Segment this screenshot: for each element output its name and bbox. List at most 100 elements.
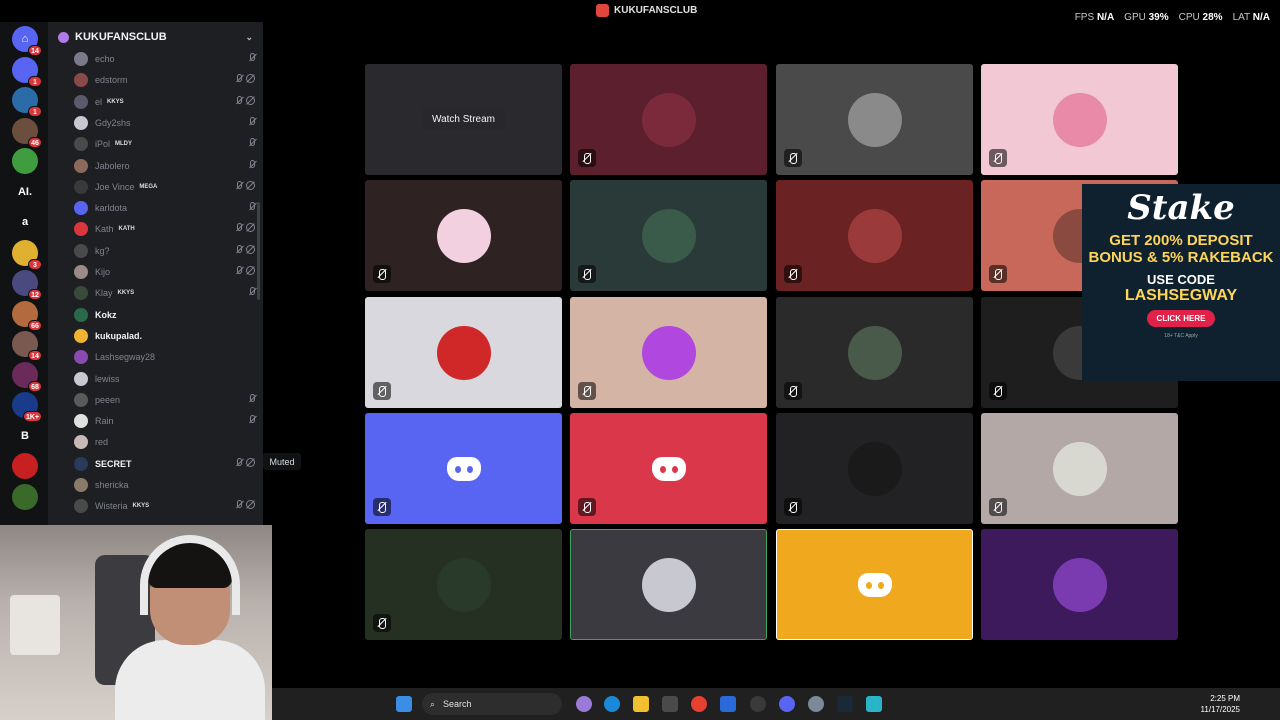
member-row[interactable]: peeen [74, 390, 255, 410]
participant-tile[interactable] [776, 64, 973, 175]
participant-tile[interactable] [776, 180, 973, 291]
avatar [74, 115, 88, 130]
voice-status [250, 287, 255, 296]
member-row[interactable]: Kokz [74, 305, 255, 325]
member-row[interactable]: el KKYS [74, 92, 255, 112]
store-icon[interactable] [662, 696, 678, 712]
server-10-icon[interactable]: 66 [12, 300, 42, 331]
participant-avatar [1052, 92, 1107, 147]
member-row[interactable]: Wisteria KKYS [74, 496, 255, 516]
server-12-icon[interactable]: 68 [12, 361, 42, 392]
member-row[interactable]: Lashsegway28 [74, 347, 255, 367]
file-explorer-icon[interactable] [633, 696, 649, 712]
participant-tile[interactable] [776, 529, 973, 640]
ad-click-button[interactable]: CLICK HERE [1146, 310, 1216, 327]
taskbar-search[interactable]: ⌕ Search [422, 693, 562, 715]
chevron-down-icon[interactable]: ⌄ [245, 32, 253, 43]
muted-mic-icon [237, 74, 242, 83]
member-row[interactable]: Klay KKYS [74, 283, 255, 303]
member-row[interactable]: SECRET [74, 454, 255, 474]
obs-icon[interactable] [750, 696, 766, 712]
server-11-icon[interactable]: 14 [12, 331, 42, 361]
muted-mic-icon [250, 393, 255, 402]
member-name: peeen [95, 394, 121, 405]
ad-offer: GET 200% DEPOSIT BONUS & 5% RAKEBACK [1088, 232, 1274, 266]
server-4-icon[interactable]: 46 [12, 117, 42, 148]
participant-tile[interactable] [365, 180, 562, 291]
member-row[interactable]: Gdy2shs [74, 113, 255, 133]
watch-stream-button[interactable]: Watch Stream [422, 108, 505, 130]
member-row[interactable]: Jabolero [74, 156, 255, 176]
server-a-icon[interactable]: a [12, 209, 38, 235]
voice-status [250, 415, 255, 424]
scrollbar[interactable] [257, 202, 260, 300]
voice-status [237, 180, 255, 190]
member-row[interactable]: shericka [74, 475, 255, 495]
member-row[interactable]: Kijo [74, 262, 255, 282]
participant-tile[interactable] [981, 64, 1178, 175]
outlook-icon[interactable] [720, 696, 736, 712]
participant-tile[interactable] [570, 529, 767, 640]
title-bar: KUKUFANSCLUB FPS N/A GPU 39% CPU 28% LAT N/… [0, 0, 1280, 23]
participant-tile[interactable] [776, 413, 973, 524]
server-5-icon[interactable] [12, 148, 38, 174]
participant-avatar [1052, 441, 1107, 496]
participant-tile[interactable] [365, 297, 562, 408]
member-name: kukupalad. [95, 330, 143, 341]
settings-icon[interactable] [808, 696, 824, 712]
member-row[interactable]: iPol MLDY [74, 134, 255, 154]
server-16-icon[interactable] [12, 483, 38, 510]
participant-tile[interactable] [981, 413, 1178, 524]
server-header[interactable]: KUKUFANSCLUB ⌄ [48, 22, 263, 52]
server-8-icon[interactable]: 3 [12, 239, 42, 270]
server-3-icon[interactable]: 1 [12, 87, 42, 117]
member-row[interactable]: Rain [74, 411, 255, 431]
member-row[interactable]: lewiss [74, 369, 255, 389]
participant-tile[interactable] [776, 297, 973, 408]
deafened-icon [246, 223, 255, 233]
server-13-icon[interactable]: 1K+ [12, 392, 42, 422]
member-row[interactable]: kukupalad. [74, 326, 255, 346]
participant-tile[interactable] [570, 64, 767, 175]
member-row[interactable]: Joe Vince MEGA [74, 177, 255, 197]
muted-mic-icon [989, 149, 1007, 167]
member-row[interactable]: echo [74, 49, 255, 69]
server-9-icon[interactable]: 12 [12, 270, 42, 300]
participant-tile[interactable] [570, 180, 767, 291]
muted-mic-icon [373, 614, 391, 632]
avatar [74, 222, 88, 237]
stream-tile[interactable]: Watch Stream [365, 64, 562, 175]
member-row[interactable]: karldota [74, 198, 255, 218]
member-row[interactable]: Kath KATH [74, 219, 255, 239]
discord-home-icon[interactable]: ⌂ 14 [12, 26, 42, 56]
copilot-icon[interactable] [576, 696, 592, 712]
member-row[interactable]: kg? [74, 241, 255, 261]
participant-tile[interactable] [981, 529, 1178, 640]
chrome-icon[interactable] [691, 696, 707, 712]
taskbar: ⌕ Search 2:25 PM 11/17/2025 [272, 688, 1280, 720]
muted-mic-icon [578, 149, 596, 167]
server-15-icon[interactable] [12, 453, 38, 479]
server-tag: KKYS [117, 290, 135, 297]
notepad-icon[interactable] [866, 696, 882, 712]
participant-tile[interactable] [570, 413, 767, 524]
member-row[interactable]: red [74, 432, 255, 452]
server-b-icon[interactable]: B [12, 422, 38, 449]
start-icon[interactable] [396, 696, 412, 712]
discord-taskbar-icon[interactable] [779, 696, 795, 712]
steam-icon[interactable] [837, 696, 853, 712]
participant-tile[interactable] [365, 529, 562, 640]
member-row[interactable]: edstorm [74, 70, 255, 90]
server-2-icon[interactable]: 1 [12, 56, 42, 87]
participant-tile[interactable] [570, 297, 767, 408]
voice-status [250, 53, 255, 61]
participant-avatar [641, 208, 696, 263]
clock[interactable]: 2:25 PM 11/17/2025 [1201, 693, 1240, 715]
server-tag: KKYS [107, 98, 124, 105]
stake-ad[interactable]: Stake GET 200% DEPOSIT BONUS & 5% RAKEBA… [1082, 184, 1280, 381]
edge-icon[interactable] [604, 696, 620, 712]
server-ai-icon[interactable]: AI. [12, 178, 38, 205]
server-rail: ⌂ 14 1 1 46 AI. a 3 12 66 14 68 1K+ B [0, 22, 48, 530]
muted-mic-icon [250, 116, 255, 125]
participant-tile[interactable] [365, 413, 562, 524]
